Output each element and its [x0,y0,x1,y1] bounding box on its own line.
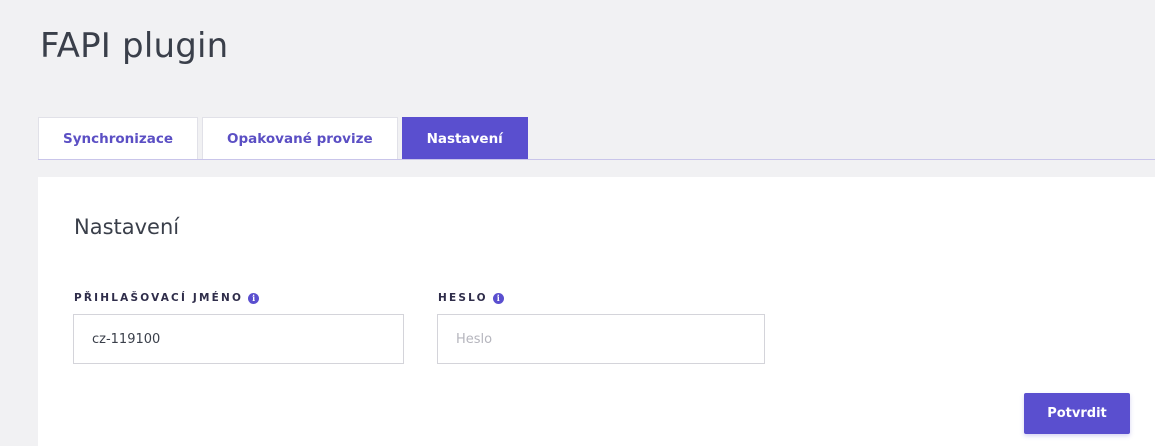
settings-card: Nastavení PŘIHLAŠOVACÍ JMÉNO i HESLO i P… [38,177,1155,446]
username-info-icon[interactable]: i [248,292,260,304]
username-input[interactable] [73,314,404,364]
tab-opakovane-provize[interactable]: Opakované provize [202,117,398,160]
username-label-row: PŘIHLAŠOVACÍ JMÉNO i [74,292,260,304]
username-label: PŘIHLAŠOVACÍ JMÉNO [74,292,244,304]
submit-button[interactable]: Potvrdit [1024,393,1130,434]
tab-bar-divider [38,159,1155,160]
tab-bar: Synchronizace Opakované provize Nastaven… [38,116,532,160]
password-label-row: HESLO i [438,292,504,304]
page-title: FAPI plugin [40,26,229,66]
settings-section-title: Nastavení [74,215,180,239]
fapi-plugin-page: FAPI plugin Synchronizace Opakované prov… [0,0,1155,446]
password-input[interactable] [437,314,765,364]
tab-nastaveni[interactable]: Nastavení [401,117,528,160]
tab-synchronizace[interactable]: Synchronizace [38,117,199,160]
password-info-icon[interactable]: i [492,292,504,304]
password-label: HESLO [438,292,488,304]
